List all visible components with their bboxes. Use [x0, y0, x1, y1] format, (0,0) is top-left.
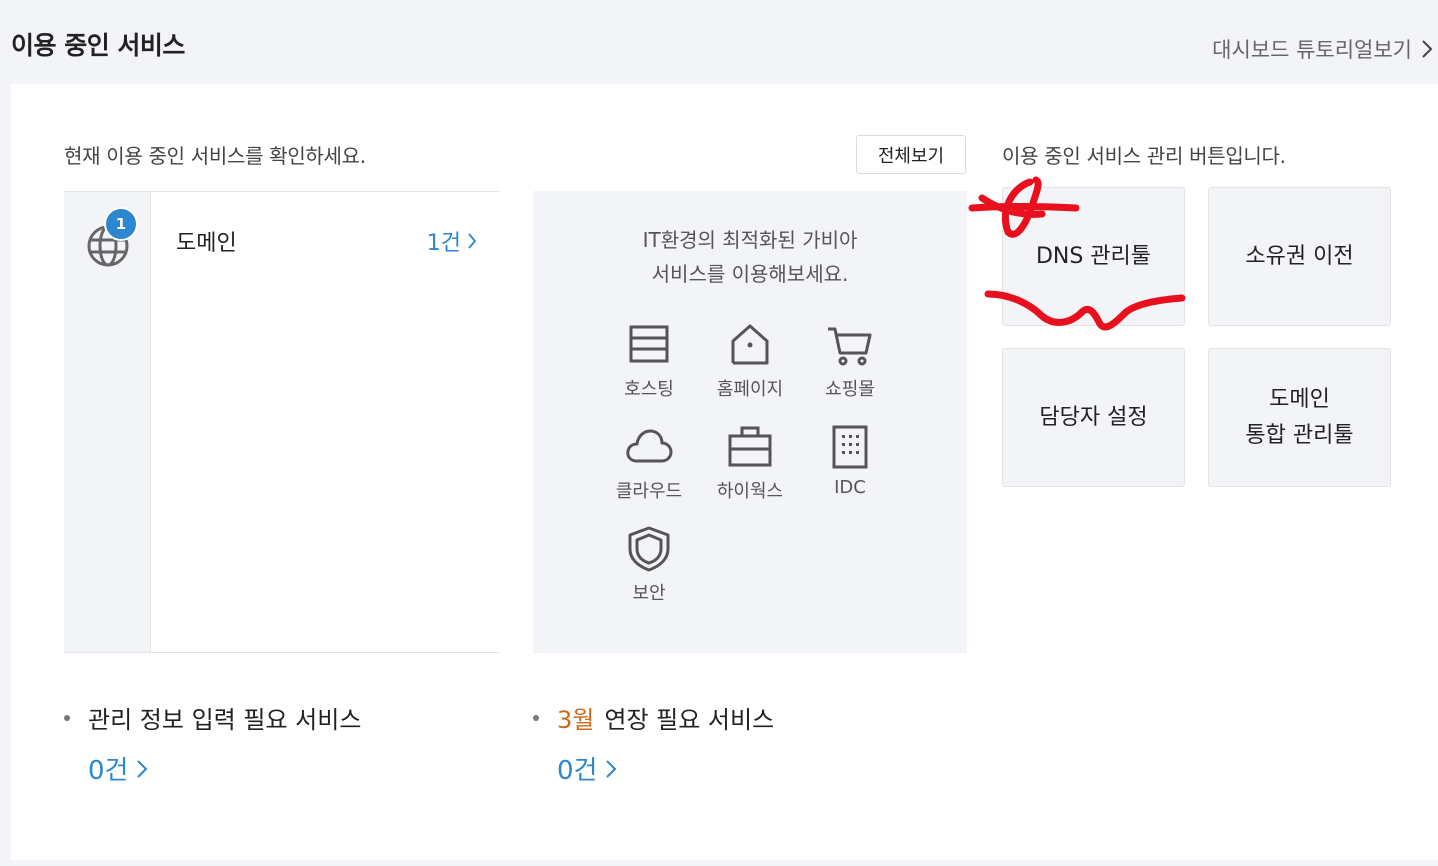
building-icon: [832, 425, 868, 469]
domain-manager-button[interactable]: 도메인 통합 관리툴: [1208, 348, 1391, 487]
ownership-transfer-button[interactable]: 소유권 이전: [1208, 187, 1391, 326]
service-name-domain: 도메인: [176, 231, 237, 256]
domain-manager-line-1: 도메인: [1269, 386, 1330, 412]
tutorial-link[interactable]: 대시보드 튜토리얼보기: [1212, 34, 1434, 64]
admin-info-label: 관리 정보 입력 필요 서비스: [88, 706, 362, 734]
promo-item-hosting[interactable]: 호스팅: [601, 321, 697, 401]
admin-info-count-link[interactable]: 0건: [88, 750, 148, 787]
promo-item-shopping[interactable]: 쇼핑몰: [802, 321, 898, 401]
management-intro: 이용 중인 서비스 관리 버튼입니다.: [1002, 144, 1286, 168]
dns-manager-button[interactable]: DNS 관리툴: [1002, 187, 1185, 326]
promo-line-2: 서비스를 이용해보세요.: [651, 262, 849, 286]
chevron-right-icon: [137, 759, 148, 778]
renewal-needed: 3월 연장 필요 서비스: [533, 700, 774, 735]
services-panel: 현재 이용 중인 서비스를 확인하세요. 전체보기 이용 중인 서비스 관리 버…: [11, 84, 1438, 860]
promo-item-label: 클라우드: [615, 481, 683, 502]
promo-text: IT환경의 최적화된 가비아 서비스를 이용해보세요.: [533, 223, 967, 291]
promo-item-hiworks[interactable]: 하이웍스: [702, 423, 798, 503]
bullet: [64, 714, 70, 721]
domain-manager-label: 도메인 통합 관리툴: [1245, 382, 1353, 454]
view-all-button[interactable]: 전체보기: [856, 135, 966, 174]
promo-item-security[interactable]: 보안: [601, 525, 697, 605]
chevron-right-icon: [606, 759, 617, 778]
home-icon: [731, 324, 769, 365]
server-icon: [629, 325, 669, 363]
chevron-right-icon: [1422, 40, 1433, 58]
contact-settings-button[interactable]: 담당자 설정: [1002, 348, 1185, 487]
service-count-badge: 1: [104, 207, 138, 241]
domain-manager-line-2: 통합 관리툴: [1245, 422, 1354, 448]
renewal-count-link[interactable]: 0건: [557, 750, 617, 787]
promo-line-1: IT환경의 최적화된 가비아: [642, 228, 858, 252]
service-icon-column: 1: [64, 192, 151, 652]
tutorial-link-label: 대시보드 튜토리얼보기: [1212, 38, 1412, 62]
service-count-label: 1건: [426, 231, 461, 256]
promo-item-cloud[interactable]: 클라우드: [601, 423, 697, 503]
promo-item-label: 하이웍스: [716, 481, 784, 502]
promo-box: IT환경의 최적화된 가비아 서비스를 이용해보세요. 호스팅 홈페이지 쇼핑몰…: [533, 191, 967, 653]
page-title: 이용 중인 서비스: [11, 31, 185, 60]
renewal-count: 0건: [557, 756, 598, 786]
promo-item-label: IDC: [834, 477, 866, 498]
admin-info-count: 0건: [88, 756, 129, 786]
promo-item-idc[interactable]: IDC: [802, 423, 898, 498]
bullet: [533, 714, 539, 721]
service-list: 1 도메인 1건: [64, 191, 499, 653]
cart-icon: [828, 327, 872, 366]
shield-icon: [628, 526, 670, 572]
renewal-month: 3월: [557, 706, 595, 734]
services-intro: 현재 이용 중인 서비스를 확인하세요.: [64, 144, 366, 168]
chevron-right-icon: [468, 233, 477, 249]
service-count-link[interactable]: 1건: [427, 225, 477, 257]
promo-item-label: 쇼핑몰: [825, 379, 875, 400]
renewal-label: 연장 필요 서비스: [604, 706, 775, 734]
cloud-icon: [626, 429, 673, 463]
briefcase-icon: [728, 426, 772, 467]
promo-item-label: 호스팅: [624, 379, 674, 400]
promo-item-label: 보안: [632, 583, 666, 604]
promo-item-label: 홈페이지: [716, 379, 784, 400]
admin-info-needed: 관리 정보 입력 필요 서비스: [64, 700, 361, 735]
promo-item-homepage[interactable]: 홈페이지: [702, 321, 798, 401]
